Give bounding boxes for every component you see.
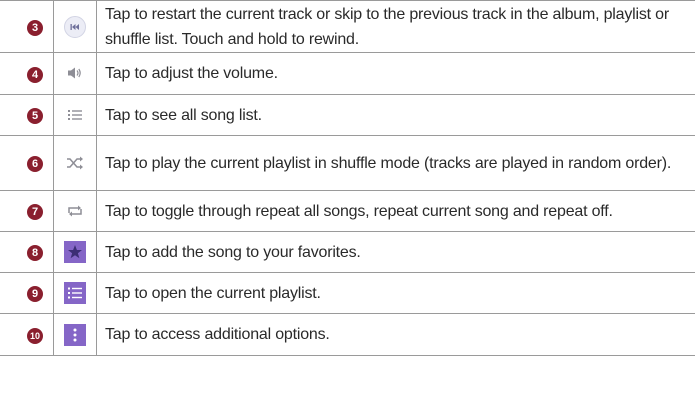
volume-icon xyxy=(66,65,84,81)
row-description: Tap to adjust the volume. xyxy=(96,52,695,95)
row-description: Tap to play the current playlist in shuf… xyxy=(96,135,695,191)
table-row: 10 Tap to access additional options. xyxy=(0,313,695,356)
row-description: Tap to access additional options. xyxy=(96,313,695,356)
skip-previous-icon xyxy=(64,15,86,38)
song-list-icon xyxy=(67,108,83,122)
row-description: Tap to restart the current track or skip… xyxy=(96,0,695,53)
row-number-badge: 3 xyxy=(27,19,43,36)
row-number-badge: 5 xyxy=(27,108,43,124)
row-description: Tap to open the current playlist. xyxy=(96,272,695,314)
playlist-icon xyxy=(64,282,86,304)
row-number-badge: 9 xyxy=(27,286,43,302)
table-row: 6 Tap to play the current playlist in sh… xyxy=(0,135,695,191)
table-row: 3 Tap to restart the current track or sk… xyxy=(0,0,695,53)
row-number-badge: 6 xyxy=(27,156,43,172)
table-row: 4 Tap to adjust the volume. xyxy=(0,52,695,95)
row-number-badge: 7 xyxy=(27,204,43,220)
row-number-badge: 4 xyxy=(27,66,43,83)
favorite-star-icon xyxy=(64,241,86,263)
table-row: 5 Tap to see all song list. xyxy=(0,94,695,136)
icon-reference-table: 3 Tap to restart the current track or sk… xyxy=(0,0,695,356)
shuffle-icon xyxy=(66,155,84,171)
row-description: Tap to toggle through repeat all songs, … xyxy=(96,190,695,232)
table-row: 9 Tap to open the current playlist. xyxy=(0,272,695,314)
row-description: Tap to see all song list. xyxy=(96,94,695,136)
row-number-badge: 8 xyxy=(27,245,43,261)
row-number-badge: 10 xyxy=(27,327,43,344)
repeat-icon xyxy=(66,203,84,219)
table-row: 7 Tap to toggle through repeat all songs… xyxy=(0,190,695,232)
table-row: 8 Tap to add the song to your favorites. xyxy=(0,231,695,273)
more-options-icon xyxy=(64,323,86,346)
row-description: Tap to add the song to your favorites. xyxy=(96,231,695,273)
